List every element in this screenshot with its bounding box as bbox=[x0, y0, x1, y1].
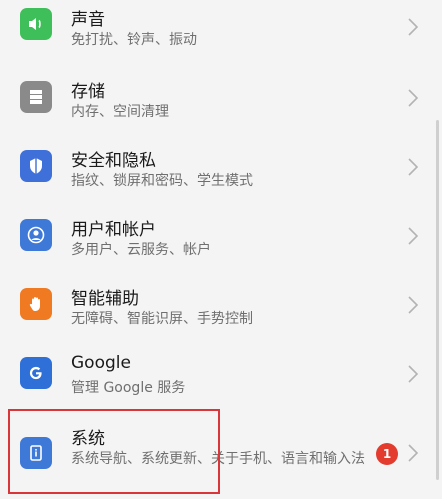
speaker-icon bbox=[20, 8, 52, 40]
settings-item-users-accounts[interactable]: 用户和帐户 多用户、云服务、帐户 bbox=[0, 201, 442, 270]
settings-item-storage[interactable]: 存储 内存、空间清理 bbox=[0, 63, 442, 132]
settings-item-smart-assistance[interactable]: 智能辅助 无障碍、智能识屏、手势控制 bbox=[0, 270, 442, 339]
storage-icon bbox=[20, 81, 52, 113]
item-title: 声音 bbox=[71, 10, 105, 30]
item-subtitle: 系统导航、系统更新、关于手机、语言和输入法 bbox=[71, 451, 365, 467]
settings-item-security-privacy[interactable]: 安全和隐私 指纹、锁屏和密码、学生模式 bbox=[0, 132, 442, 201]
hand-icon bbox=[20, 288, 52, 320]
item-subtitle: 无障碍、智能识屏、手势控制 bbox=[71, 311, 253, 327]
user-icon bbox=[20, 219, 52, 251]
chevron-right-icon bbox=[406, 225, 420, 247]
settings-item-sound[interactable]: 声音 免打扰、铃声、振动 bbox=[0, 0, 442, 63]
item-title: 存储 bbox=[71, 82, 105, 102]
item-title: 系统 bbox=[71, 429, 105, 449]
item-title: 用户和帐户 bbox=[71, 220, 156, 240]
scrollbar[interactable] bbox=[436, 120, 439, 480]
chevron-right-icon bbox=[406, 363, 420, 385]
google-icon bbox=[20, 357, 52, 389]
item-title: 智能辅助 bbox=[71, 289, 139, 309]
chevron-right-icon bbox=[406, 16, 420, 38]
chevron-right-icon bbox=[406, 156, 420, 178]
shield-icon bbox=[20, 150, 52, 182]
notification-badge: 1 bbox=[376, 443, 398, 465]
item-subtitle: 指纹、锁屏和密码、学生模式 bbox=[71, 173, 253, 189]
item-title: Google bbox=[71, 353, 131, 373]
chevron-right-icon bbox=[406, 294, 420, 316]
item-subtitle: 免打扰、铃声、振动 bbox=[71, 32, 197, 48]
chevron-right-icon bbox=[406, 442, 420, 464]
item-title: 安全和隐私 bbox=[71, 151, 156, 171]
chevron-right-icon bbox=[406, 87, 420, 109]
item-subtitle: 多用户、云服务、帐户 bbox=[71, 242, 211, 258]
settings-item-google[interactable]: Google 管理 Google 服务 bbox=[0, 339, 442, 408]
item-subtitle: 管理 Google 服务 bbox=[71, 380, 186, 396]
info-icon bbox=[20, 437, 52, 469]
item-subtitle: 内存、空间清理 bbox=[71, 104, 169, 120]
settings-list: 声音 免打扰、铃声、振动 存储 内存、空间清理 安全和隐私 指纹、锁屏和密码、学… bbox=[0, 0, 442, 499]
